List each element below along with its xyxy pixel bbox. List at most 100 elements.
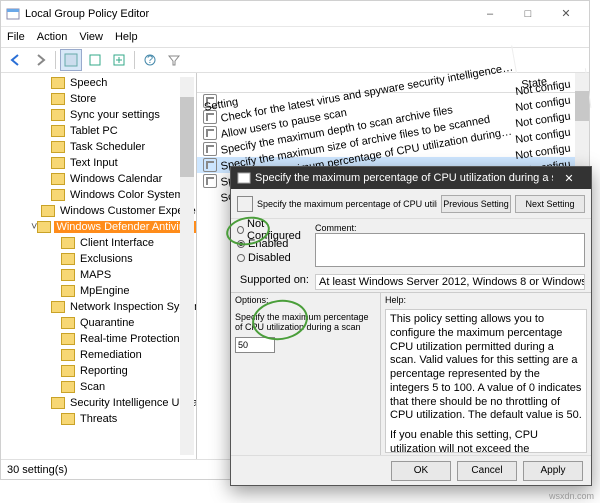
export-icon[interactable] bbox=[108, 49, 130, 71]
folder-icon bbox=[37, 221, 51, 233]
options-panel: Options: Specify the maximum percentage … bbox=[231, 293, 381, 455]
folder-icon bbox=[61, 269, 75, 281]
radio-disabled-label: Disabled bbox=[248, 252, 291, 264]
help-p2: If you enable this setting, CPU utilizat… bbox=[390, 429, 582, 453]
back-icon[interactable] bbox=[5, 49, 27, 71]
tree-item[interactable]: Tablet PC bbox=[1, 123, 196, 139]
tree-item[interactable]: Network Inspection System bbox=[1, 299, 196, 315]
folder-icon bbox=[51, 173, 65, 185]
tree-item-label: Security Intelligence Updates bbox=[68, 397, 196, 409]
toolbar-separator bbox=[55, 51, 56, 69]
close-button[interactable]: ✕ bbox=[547, 3, 585, 25]
menu-help[interactable]: Help bbox=[115, 31, 138, 43]
next-setting-button[interactable]: Next Setting bbox=[515, 195, 585, 213]
radio-not-configured[interactable]: Not Configured bbox=[237, 223, 309, 237]
tree-item-label: Scan bbox=[78, 381, 107, 393]
tree-item[interactable]: Text Input bbox=[1, 155, 196, 171]
tree-item[interactable]: Client Interface bbox=[1, 235, 196, 251]
folder-icon bbox=[61, 333, 75, 345]
scope-icon[interactable] bbox=[60, 49, 82, 71]
dialog-subtitle: Specify the maximum percentage of CPU ut… bbox=[257, 199, 437, 209]
folder-icon bbox=[51, 397, 65, 409]
folder-icon bbox=[61, 285, 75, 297]
tree-item[interactable]: Windows Color System bbox=[1, 187, 196, 203]
tree-item[interactable]: ˅Windows Defender Antivirus bbox=[1, 219, 196, 235]
radio-disabled[interactable]: Disabled bbox=[237, 251, 309, 265]
tree-pane[interactable]: Speech Store Sync your settings Tablet PC Ta… bbox=[1, 73, 197, 459]
tree-item-label: Windows Defender Antivirus bbox=[54, 221, 196, 233]
folder-icon bbox=[61, 317, 75, 329]
folder-icon bbox=[41, 205, 55, 217]
tree-item[interactable]: Security Intelligence Updates bbox=[1, 395, 196, 411]
tree-item[interactable]: Real-time Protection bbox=[1, 331, 196, 347]
help-icon[interactable]: ? bbox=[139, 49, 161, 71]
folder-icon bbox=[51, 77, 65, 89]
svg-text:?: ? bbox=[147, 54, 153, 66]
tree-item-label: Tablet PC bbox=[68, 125, 120, 137]
tree-item[interactable]: Remediation bbox=[1, 347, 196, 363]
dialog-close-icon[interactable]: ✕ bbox=[553, 172, 585, 185]
folder-icon bbox=[61, 349, 75, 361]
cpu-percentage-input[interactable] bbox=[235, 337, 275, 353]
comment-label: Comment: bbox=[315, 223, 585, 233]
help-panel: Help: This policy setting allows you to … bbox=[381, 293, 591, 455]
tree-item[interactable]: Scan bbox=[1, 379, 196, 395]
list-scroll-thumb[interactable] bbox=[575, 91, 589, 121]
comment-textarea[interactable] bbox=[315, 233, 585, 267]
tree-item-label: Sync your settings bbox=[68, 109, 162, 121]
tree-item[interactable]: Speech bbox=[1, 75, 196, 91]
tree-item-label: Reporting bbox=[78, 365, 130, 377]
tree-item[interactable]: Windows Customer Experience Im bbox=[1, 203, 196, 219]
tree-item-label: Threats bbox=[78, 413, 119, 425]
menu-file[interactable]: File bbox=[7, 31, 25, 43]
dialog-footer: OK Cancel Apply bbox=[231, 455, 591, 485]
dialog-body: Not Configured Enabled Disabled Comment:… bbox=[231, 219, 591, 455]
minimize-button[interactable]: – bbox=[471, 3, 509, 25]
help-text: This policy setting allows you to config… bbox=[385, 309, 587, 453]
maximize-button[interactable]: □ bbox=[509, 3, 547, 25]
window-title: Local Group Policy Editor bbox=[25, 8, 471, 20]
policy-item-icon bbox=[203, 158, 217, 172]
status-text: 30 setting(s) bbox=[7, 464, 68, 476]
tree-item[interactable]: MpEngine bbox=[1, 283, 196, 299]
tree-item[interactable]: Threats bbox=[1, 411, 196, 427]
forward-icon[interactable] bbox=[29, 49, 51, 71]
tree-item[interactable]: Sync your settings bbox=[1, 107, 196, 123]
tree-item-label: Store bbox=[68, 93, 98, 105]
apply-button[interactable]: Apply bbox=[523, 461, 583, 481]
tree-item-label: Task Scheduler bbox=[68, 141, 147, 153]
ok-button[interactable]: OK bbox=[391, 461, 451, 481]
radio-enabled-label: Enabled bbox=[248, 238, 288, 250]
options-heading: Options: bbox=[235, 295, 376, 309]
tree-item-label: Network Inspection System bbox=[68, 301, 196, 313]
refresh-icon[interactable] bbox=[84, 49, 106, 71]
tree-item[interactable]: Windows Calendar bbox=[1, 171, 196, 187]
policy-item-icon bbox=[203, 142, 217, 156]
folder-icon bbox=[51, 157, 65, 169]
menu-view[interactable]: View bbox=[79, 31, 103, 43]
folder-icon bbox=[61, 237, 75, 249]
tree-item-label: MAPS bbox=[78, 269, 113, 281]
dialog-icon bbox=[237, 171, 251, 185]
tree-item-label: Speech bbox=[68, 77, 109, 89]
tree-item-label: Client Interface bbox=[78, 237, 156, 249]
folder-icon bbox=[61, 413, 75, 425]
tree-scroll-thumb[interactable] bbox=[180, 97, 194, 177]
dialog-title: Specify the maximum percentage of CPU ut… bbox=[255, 172, 553, 184]
help-heading: Help: bbox=[385, 295, 587, 309]
filter-icon[interactable] bbox=[163, 49, 185, 71]
tree-item[interactable]: Task Scheduler bbox=[1, 139, 196, 155]
tree-item[interactable]: Quarantine bbox=[1, 315, 196, 331]
tree-item[interactable]: MAPS bbox=[1, 267, 196, 283]
cancel-button[interactable]: Cancel bbox=[457, 461, 517, 481]
policy-dialog: Specify the maximum percentage of CPU ut… bbox=[230, 166, 592, 486]
tree-item-label: Remediation bbox=[78, 349, 144, 361]
tree-scrollbar[interactable] bbox=[180, 77, 194, 455]
previous-setting-button[interactable]: Previous Setting bbox=[441, 195, 511, 213]
menu-action[interactable]: Action bbox=[37, 31, 68, 43]
comment-block: Comment: bbox=[315, 223, 585, 270]
tree-item[interactable]: Exclusions bbox=[1, 251, 196, 267]
dialog-titlebar: Specify the maximum percentage of CPU ut… bbox=[231, 167, 591, 189]
tree-item[interactable]: Store bbox=[1, 91, 196, 107]
tree-item[interactable]: Reporting bbox=[1, 363, 196, 379]
